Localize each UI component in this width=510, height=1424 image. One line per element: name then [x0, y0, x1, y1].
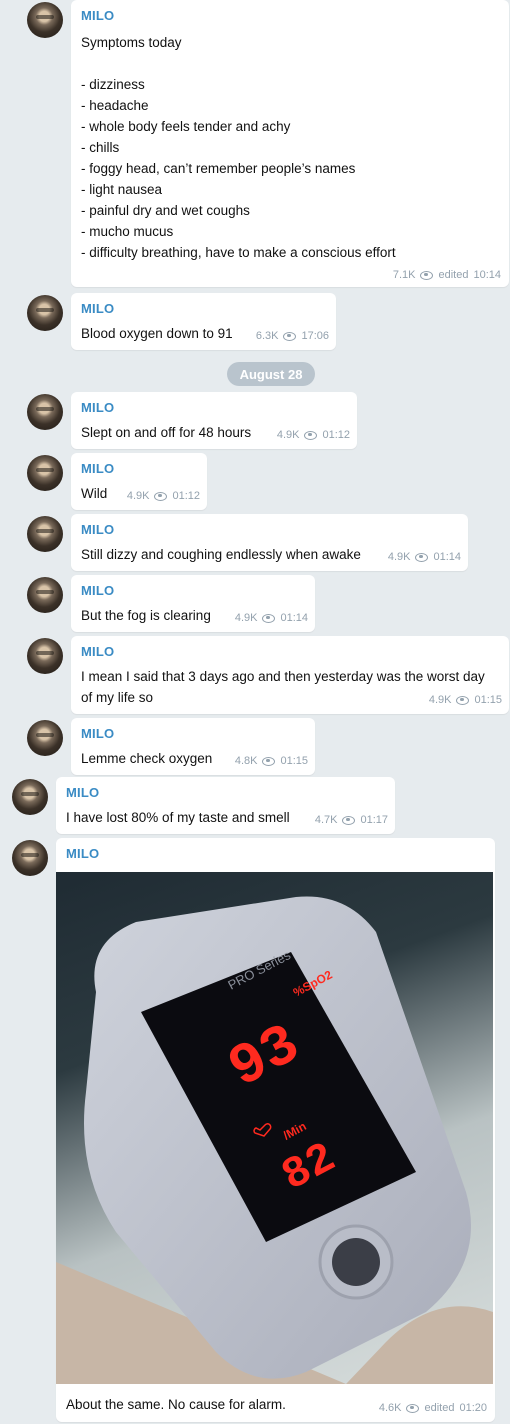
message-time: 17:06: [301, 330, 329, 342]
eye-icon: [415, 552, 429, 562]
message-text: Slept on and off for 48 hours: [81, 425, 252, 440]
edited-label: edited: [424, 1402, 455, 1414]
message-text: About the same. No cause for alarm.: [66, 1397, 286, 1412]
message-bubble[interactable]: MILO I have lost 80% of my taste and sme…: [56, 777, 395, 834]
avatar[interactable]: [27, 2, 63, 38]
edited-label: edited: [438, 269, 469, 281]
message-time: 01:14: [280, 612, 308, 624]
message-bubble[interactable]: MILO I mean I said that 3 days ago and t…: [71, 636, 509, 714]
view-count: 4.9K: [234, 612, 258, 624]
message-meta: 4.9K 01:12: [277, 429, 350, 441]
message-text: Lemme check oxygen: [81, 751, 213, 766]
view-count: 4.9K: [428, 694, 452, 706]
oximeter-photo[interactable]: PRO Series %SpO2 93 /Min 82: [56, 872, 493, 1384]
eye-icon: [283, 331, 297, 341]
view-count: 7.1K: [392, 269, 416, 281]
message-text: Wild: [81, 486, 108, 501]
message-time: 01:15: [474, 694, 502, 706]
sender-name[interactable]: MILO: [81, 522, 114, 537]
avatar[interactable]: [27, 455, 63, 491]
message-text: Blood oxygen down to 91: [81, 326, 233, 341]
eye-icon: [342, 815, 356, 825]
eye-icon: [406, 1403, 420, 1413]
message-time: 01:20: [459, 1402, 487, 1414]
message-meta: 4.9K 01:14: [235, 612, 308, 624]
avatar[interactable]: [12, 840, 48, 876]
avatar[interactable]: [27, 638, 63, 674]
sender-name[interactable]: MILO: [66, 785, 99, 800]
message-time: 01:15: [280, 755, 308, 767]
message-bubble[interactable]: MILO Lemme check oxygen 4.8K 01:15: [71, 718, 315, 775]
sender-name[interactable]: MILO: [81, 400, 114, 415]
message-bubble[interactable]: MILO But the fog is clearing 4.9K 01:14: [71, 575, 315, 632]
message-meta: 7.1K edited 10:14: [393, 269, 501, 281]
sender-name[interactable]: MILO: [66, 846, 99, 861]
message-time: 01:17: [360, 814, 388, 826]
avatar[interactable]: [12, 779, 48, 815]
eye-icon: [262, 756, 276, 766]
eye-icon: [456, 695, 470, 705]
avatar[interactable]: [27, 295, 63, 331]
sender-name[interactable]: MILO: [81, 726, 114, 741]
message-text: But the fog is clearing: [81, 608, 211, 623]
message-meta: 6.3K 17:06: [256, 330, 329, 342]
message-meta: 4.6K edited 01:20: [379, 1402, 487, 1414]
sender-name[interactable]: MILO: [81, 461, 114, 476]
eye-icon: [304, 430, 318, 440]
view-count: 4.9K: [276, 429, 300, 441]
eye-icon: [262, 613, 276, 623]
view-count: 4.9K: [126, 490, 150, 502]
message-bubble[interactable]: MILO Symptoms today - dizziness - headac…: [71, 0, 509, 287]
message-text: Still dizzy and coughing endlessly when …: [81, 547, 361, 562]
sender-name[interactable]: MILO: [81, 644, 114, 659]
power-button-center: [332, 1238, 380, 1286]
date-separator: August 28: [227, 362, 315, 386]
eye-icon: [154, 491, 168, 501]
message-text: I have lost 80% of my taste and smell: [66, 810, 290, 825]
message-bubble[interactable]: MILO Wild 4.9K 01:12: [71, 453, 207, 510]
message-time: 10:14: [473, 269, 501, 281]
avatar[interactable]: [27, 577, 63, 613]
message-meta: 4.8K 01:15: [235, 755, 308, 767]
message-time: 01:12: [172, 490, 200, 502]
eye-icon: [420, 270, 434, 280]
message-bubble[interactable]: MILO Still dizzy and coughing endlessly …: [71, 514, 468, 571]
sender-name[interactable]: MILO: [81, 8, 114, 23]
message-bubble[interactable]: MILO Blood oxygen down to 91 6.3K 17:06: [71, 293, 336, 350]
photo-message-bubble[interactable]: MILO PRO Series %SpO2 93 /Min 82 About t…: [56, 838, 495, 1422]
message-meta: 4.9K 01:15: [429, 694, 502, 706]
message-meta: 4.9K 01:14: [388, 551, 461, 563]
message-meta: 4.9K 01:12: [127, 490, 200, 502]
view-count: 4.8K: [234, 755, 258, 767]
view-count: 4.6K: [378, 1402, 402, 1414]
view-count: 4.7K: [314, 814, 338, 826]
avatar[interactable]: [27, 516, 63, 552]
message-time: 01:14: [433, 551, 461, 563]
oximeter-illustration: PRO Series %SpO2 93 /Min 82: [56, 896, 493, 1384]
message-meta: 4.7K 01:17: [315, 814, 388, 826]
avatar[interactable]: [27, 720, 63, 756]
sender-name[interactable]: MILO: [81, 583, 114, 598]
message-time: 01:12: [322, 429, 350, 441]
view-count: 4.9K: [387, 551, 411, 563]
message-text: I mean I said that 3 days ago and then y…: [81, 669, 485, 705]
message-bubble[interactable]: MILO Slept on and off for 48 hours 4.9K …: [71, 392, 357, 449]
message-text: Symptoms today - dizziness - headache - …: [81, 35, 396, 260]
avatar[interactable]: [27, 394, 63, 430]
sender-name[interactable]: MILO: [81, 301, 114, 316]
view-count: 6.3K: [255, 330, 279, 342]
